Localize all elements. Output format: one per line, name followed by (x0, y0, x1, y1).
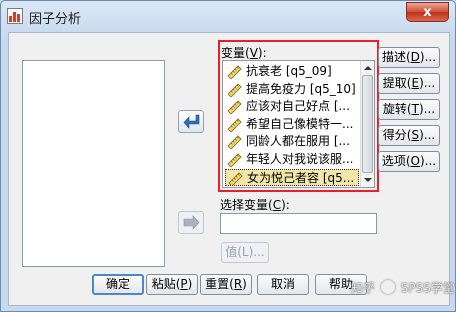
close-button[interactable]: x (406, 2, 449, 22)
factor-analysis-dialog: 因子分析 x 变量(V): 抗衰老 [q5_09] 提高免疫力 [q5_10] 应该… (0, 0, 456, 312)
variable-item[interactable]: 希望自己像模特一... (225, 116, 359, 133)
variables-scrollbar[interactable] (360, 61, 374, 187)
scroll-thumb[interactable] (362, 75, 373, 173)
scale-variable-icon (228, 172, 243, 185)
variable-item-label: 希望自己像模特一... (246, 116, 354, 131)
scores-button[interactable]: 得分(S)... (378, 125, 440, 146)
scale-variable-icon (227, 118, 242, 132)
dialog-body: 变量(V): 抗衰老 [q5_09] 提高免疫力 [q5_10] 应该对自己好点 [… (8, 32, 450, 306)
ok-button[interactable]: 确定 (92, 274, 144, 295)
scale-variable-icon (227, 100, 242, 115)
variable-item-label: 抗衰老 [q5_09] (246, 64, 332, 78)
move-to-selection-button[interactable] (178, 211, 204, 234)
arrow-right-icon (183, 215, 200, 230)
app-icon (7, 8, 23, 24)
scale-variable-icon (227, 153, 242, 167)
scale-variable-icon (227, 65, 242, 79)
paste-button[interactable]: 粘贴(P) (146, 274, 198, 295)
scale-variable-icon (227, 83, 242, 97)
selection-variable-label: 选择变量(C): (220, 198, 290, 212)
rotation-button[interactable]: 旋转(T)... (378, 99, 440, 120)
variable-item[interactable]: 应该对自己好点 [... (225, 98, 359, 115)
variable-item[interactable]: 提高免疫力 [q5_10] (225, 81, 359, 98)
scroll-up-icon[interactable] (363, 63, 373, 73)
variable-item[interactable]: 同龄人都在服用 [... (225, 133, 359, 150)
scroll-down-icon[interactable] (363, 175, 373, 185)
variable-item-label: 女为悦己者容 [q5... (247, 170, 355, 185)
variable-item[interactable]: 女为悦己者容 [q5... (225, 168, 359, 186)
title-bar[interactable]: 因子分析 x (1, 1, 455, 31)
value-button[interactable]: 值(L)... (221, 242, 269, 263)
window-title: 因子分析 (29, 12, 82, 27)
variable-item-label: 应该对自己好点 [... (246, 99, 350, 114)
selection-variable-input[interactable] (220, 213, 377, 234)
variable-item[interactable]: 抗衰老 [q5_09] (225, 63, 359, 80)
extraction-button[interactable]: 提取(E)... (378, 73, 440, 94)
move-to-variables-button[interactable] (178, 110, 204, 133)
watermark: 知乎 SPSS学堂 (351, 280, 455, 295)
arrow-left-icon (183, 114, 200, 129)
variable-item-label: 年轻人对我说该服... (246, 152, 354, 166)
reset-button[interactable]: 重置(R) (200, 274, 252, 295)
variable-item[interactable]: 年轻人对我说该服... (225, 151, 359, 168)
variable-item-label: 提高免疫力 [q5_10] (246, 81, 356, 96)
cancel-button[interactable]: 取消 (257, 274, 309, 295)
descriptives-button[interactable]: 描述(D)... (378, 47, 440, 68)
source-variable-list[interactable] (22, 60, 165, 267)
watermark-logo-icon (380, 280, 395, 294)
scale-variable-icon (227, 135, 242, 150)
variable-item-label: 同龄人都在服用 [... (246, 134, 350, 149)
options-button[interactable]: 选项(O)... (378, 151, 440, 172)
variables-list[interactable]: 抗衰老 [q5_09] 提高免疫力 [q5_10] 应该对自己好点 [... 希望自己… (222, 60, 375, 188)
